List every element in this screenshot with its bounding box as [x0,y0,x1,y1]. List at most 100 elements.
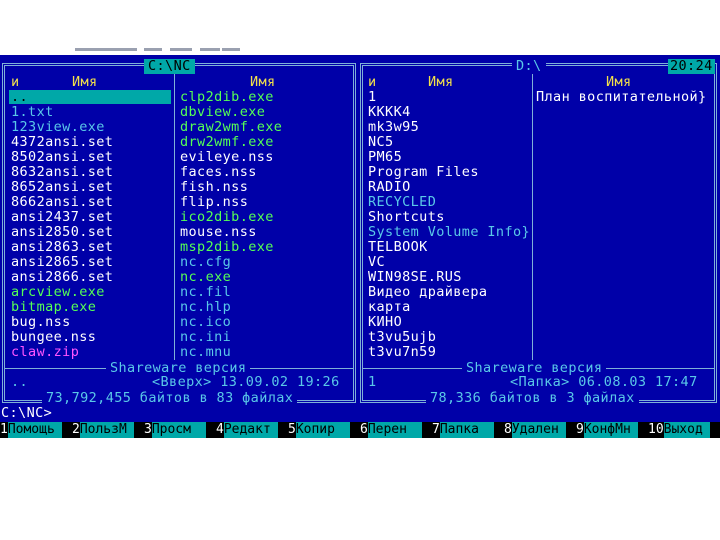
file-entry[interactable]: nc.fil [180,285,231,300]
file-entry[interactable]: bitmap.exe [11,300,96,315]
file-entry[interactable]: t3vu5ujb [368,330,436,345]
file-entry[interactable]: flip.nss [180,195,248,210]
fkey-10[interactable]: 10Выход [648,422,710,438]
right-col-header-attr: и [368,74,377,90]
fkey-2[interactable]: 2ПользМ [72,422,134,438]
fkey-8[interactable]: 8Удален [504,422,566,438]
file-entry[interactable]: bungee.nss [11,330,96,345]
file-entry[interactable]: KKKK4 [368,105,411,120]
fkey-label: Удален [511,422,566,438]
fkey-3[interactable]: 3Просм [144,422,206,438]
fkey-7[interactable]: 7Папка [432,422,494,438]
file-entry[interactable]: System Volume Info} [368,225,530,240]
file-entry[interactable]: 1 [368,90,377,105]
file-entry[interactable]: evileye.nss [180,150,274,165]
file-entry[interactable]: 4372ansi.set [11,135,113,150]
top-artifact [200,48,220,51]
file-entry[interactable]: ansi2437.set [11,210,113,225]
file-entry[interactable]: NC5 [368,135,394,150]
fkey-number: 6 [360,422,368,437]
file-entry[interactable]: VC [368,255,385,270]
right-summary: 78,336 байтов в 3 файлах [426,391,639,406]
fkey-number: 9 [576,422,584,437]
left-col-header-name2: Имя [250,74,276,90]
file-entry[interactable]: mouse.nss [180,225,257,240]
selection-cursor [9,90,171,104]
file-entry[interactable]: Видео драйвера [368,285,487,300]
fkey-number: 2 [72,422,80,437]
fkey-4[interactable]: 4Редакт [216,422,278,438]
file-entry[interactable]: nc.ini [180,330,231,345]
file-entry[interactable]: ansi2866.set [11,270,113,285]
file-entry[interactable]: nc.hlp [180,300,231,315]
file-entry[interactable]: faces.nss [180,165,257,180]
file-entry[interactable]: КИНО [368,315,402,330]
clock: 20:24 [668,58,715,74]
right-col-header-name1: Имя [428,74,454,90]
file-entry[interactable]: RECYCLED [368,195,436,210]
file-entry[interactable]: 8662ansi.set [11,195,113,210]
left-panel-path[interactable]: C:\NC [144,59,195,74]
fkey-label: Перен [367,422,422,438]
right-status-info: <Папка> 06.08.03 17:47 [510,374,698,390]
right-status-name: 1 [368,374,377,390]
file-entry[interactable]: Program Files [368,165,479,180]
file-entry[interactable]: 8502ansi.set [11,150,113,165]
file-entry[interactable]: claw.zip [11,345,79,360]
file-entry[interactable]: 123view.exe [11,120,105,135]
command-line[interactable]: C:\NC> [1,406,719,421]
file-entry[interactable]: nc.cfg [180,255,231,270]
right-panel-path[interactable]: D:\ [512,59,546,74]
fkey-number: 5 [288,422,296,437]
top-artifact [144,48,162,51]
file-entry[interactable]: ansi2865.set [11,255,113,270]
top-artifact [170,48,192,51]
file-entry[interactable]: t3vu7n59 [368,345,436,360]
left-column-divider [174,68,175,360]
file-entry[interactable]: mk3w95 [368,120,419,135]
fkey-9[interactable]: 9КонфМн [576,422,638,438]
file-entry[interactable]: msp2dib.exe [180,240,274,255]
file-entry[interactable]: nc.exe [180,270,231,285]
file-entry[interactable]: карта [368,300,411,315]
fkey-label: Просм [151,422,206,438]
file-entry[interactable]: RADIO [368,180,411,195]
file-entry[interactable]: drw2wmf.exe [180,135,274,150]
file-entry[interactable]: Shortcuts [368,210,445,225]
file-entry[interactable]: TELBOOK [368,240,428,255]
top-artifact [75,48,137,51]
file-entry[interactable]: План воспитательной} [536,90,707,105]
fkey-1[interactable]: 1Помощь [0,422,62,438]
fkey-label: Выход [663,422,710,438]
fkey-number: 10 [648,422,664,437]
file-entry[interactable]: fish.nss [180,180,248,195]
file-entry[interactable]: .. [11,90,28,105]
fkey-label: Копир [295,422,350,438]
left-col-header-attr: и [11,74,20,90]
file-entry[interactable]: arcview.exe [11,285,105,300]
left-status-name: .. [11,374,29,390]
fkey-number: 8 [504,422,512,437]
fkey-label: ПользМ [79,422,134,438]
file-entry[interactable]: ico2dib.exe [180,210,274,225]
file-entry[interactable]: nc.mnu [180,345,231,360]
file-entry[interactable]: PM65 [368,150,402,165]
fkey-5[interactable]: 5Копир [288,422,350,438]
fkey-6[interactable]: 6Перен [360,422,422,438]
file-entry[interactable]: bug.nss [11,315,71,330]
fkey-label: Папка [439,422,494,438]
file-entry[interactable]: 1.txt [11,105,54,120]
file-entry[interactable]: 8632ansi.set [11,165,113,180]
right-column-divider [532,68,533,360]
file-entry[interactable]: clp2dib.exe [180,90,274,105]
file-entry[interactable]: WIN98SE.RUS [368,270,462,285]
fkey-label: Редакт [223,422,278,438]
file-entry[interactable]: ansi2850.set [11,225,113,240]
file-entry[interactable]: dbview.exe [180,105,265,120]
top-artifact [222,48,240,51]
file-entry[interactable]: nc.ico [180,315,231,330]
file-entry[interactable]: draw2wmf.exe [180,120,282,135]
left-summary: 73,792,455 байтов в 83 файлах [42,391,298,406]
file-entry[interactable]: ansi2863.set [11,240,113,255]
file-entry[interactable]: 8652ansi.set [11,180,113,195]
